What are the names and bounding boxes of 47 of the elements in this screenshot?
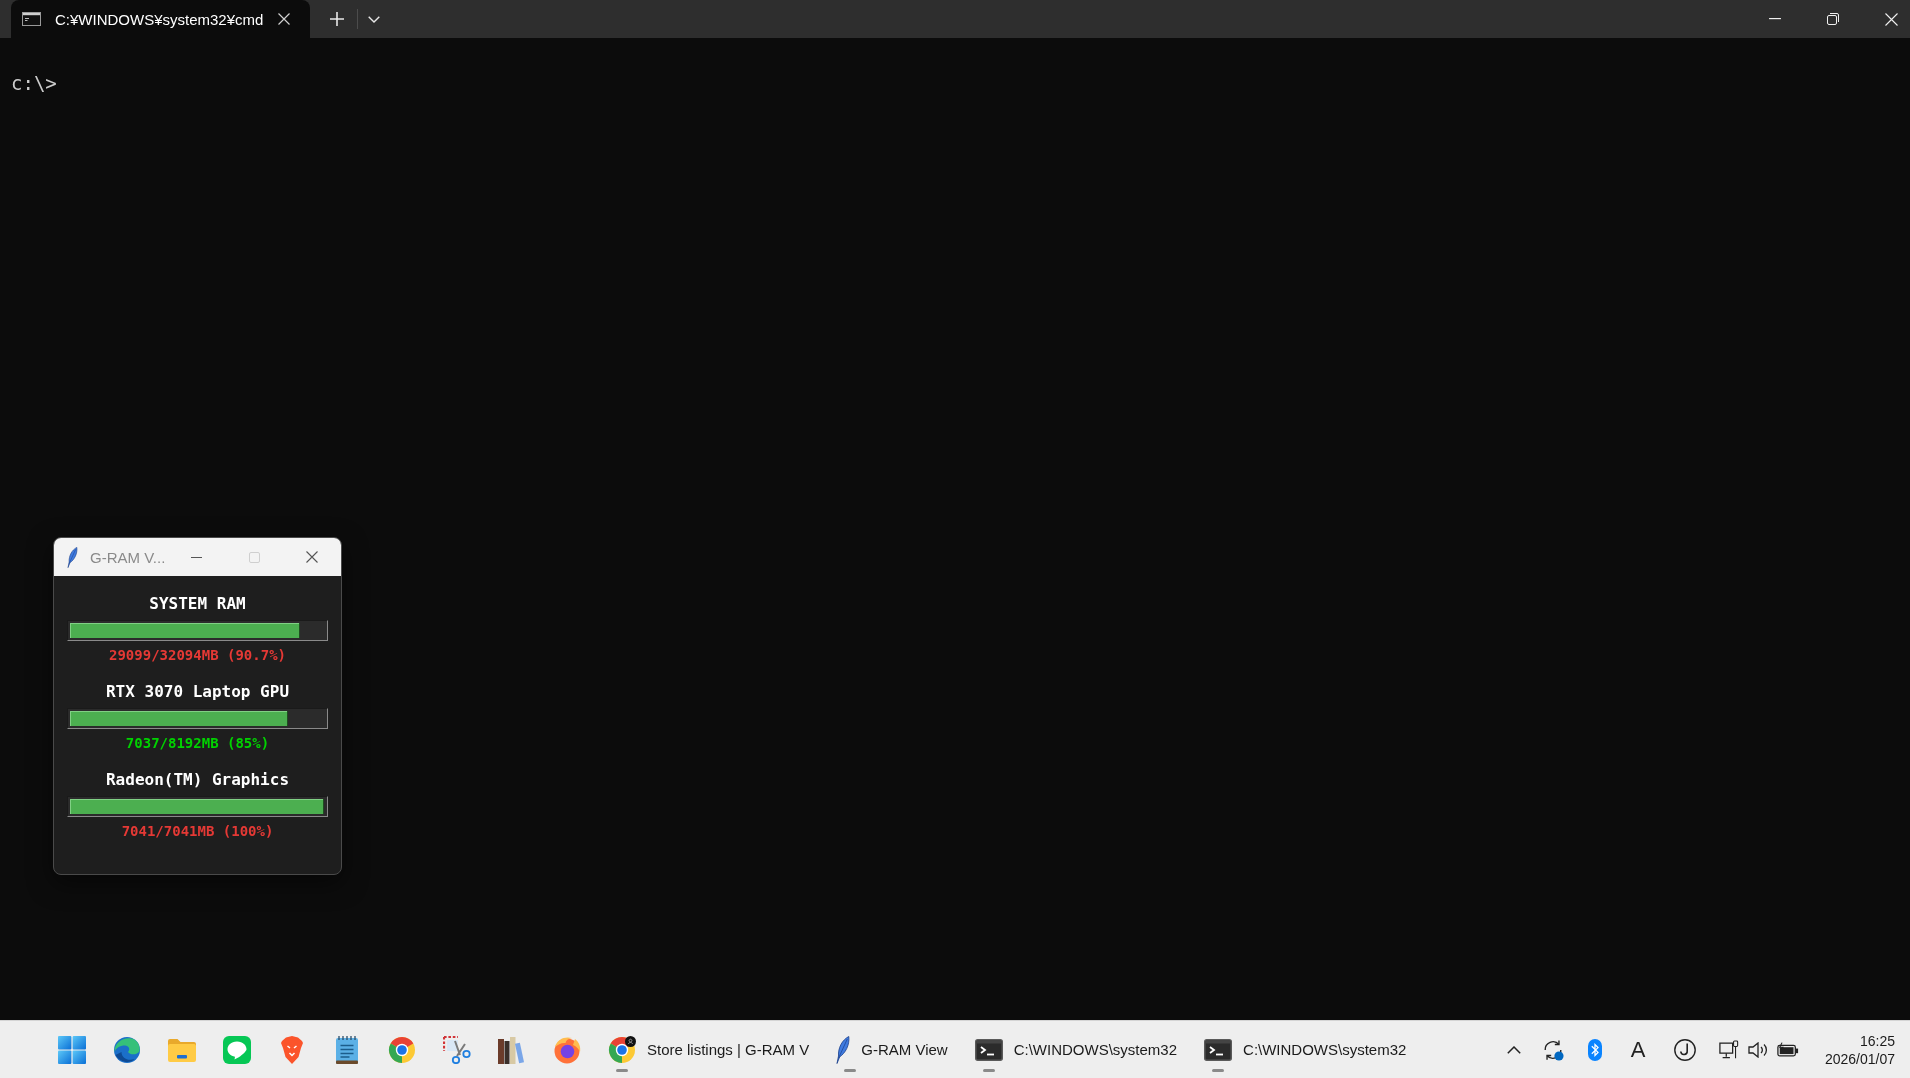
meter-title: SYSTEM RAM: [149, 594, 246, 614]
flame-circle-icon: [553, 1035, 581, 1064]
input-mode-button[interactable]: A: [1617, 1028, 1659, 1071]
chevron-down-icon: [368, 15, 380, 23]
minimize-icon: [1769, 18, 1781, 20]
chevron-up-icon: [1507, 1045, 1521, 1054]
terminal-icon: [974, 1038, 1003, 1061]
clock-button[interactable]: 16:25 2026/01/07: [1810, 1028, 1905, 1071]
usage-reading: 7041/7041MB (100%): [121, 822, 274, 840]
terminal-icon: [1204, 1038, 1233, 1061]
bluetooth-icon: [1588, 1038, 1602, 1061]
battery-icon: [1777, 1042, 1799, 1057]
swirl-icon: [113, 1035, 141, 1064]
speech-bubble-icon: [223, 1035, 251, 1064]
folder-icon: [168, 1037, 196, 1062]
close-icon: [306, 551, 318, 563]
volume-icon: [1748, 1041, 1768, 1058]
meter-title: Radeon(TM) Graphics: [106, 770, 289, 790]
segmented-circle-badge-icon: [608, 1035, 636, 1064]
taskbar-button[interactable]: Store listings | G-RAM V: [598, 1024, 820, 1075]
usage-reading: 7037/8192MB (85%): [125, 734, 270, 752]
plus-icon: [330, 12, 344, 26]
tab[interactable]: C:¥WINDOWS¥system32¥cmd: [11, 0, 310, 38]
taskbar-button[interactable]: C:\WINDOWS\system32: [1194, 1024, 1417, 1075]
maximize-icon: [248, 551, 260, 563]
meter-title: RTX 3070 Laptop GPU: [106, 682, 289, 702]
notepad-icon: [336, 1035, 358, 1064]
console-window-icon: [22, 12, 41, 26]
taskbar-button[interactable]: G-RAM View: [826, 1024, 958, 1075]
feather-icon: [836, 1035, 851, 1064]
taskbar-button[interactable]: C:\WINDOWS\system32: [964, 1024, 1188, 1075]
books-icon: [498, 1035, 526, 1064]
restore-icon: [1827, 13, 1839, 25]
minimize-icon: [190, 556, 202, 558]
four-squares-icon: [58, 1035, 86, 1064]
window-title: G-RAM V...: [90, 548, 167, 566]
scissors-icon: [443, 1035, 471, 1064]
usage-reading: 29099/32094MB (90.7%): [109, 646, 286, 664]
prompt-text: c:\>: [11, 71, 57, 95]
lion-head-icon: [280, 1035, 304, 1064]
close-icon: [278, 13, 290, 25]
network-icon: [1719, 1040, 1739, 1059]
close-icon: [1884, 12, 1898, 26]
sync-icon: [1542, 1038, 1564, 1061]
circle-hook-icon: [1674, 1038, 1696, 1061]
segmented-circle-icon: [388, 1035, 416, 1064]
feather-icon: [67, 546, 78, 568]
